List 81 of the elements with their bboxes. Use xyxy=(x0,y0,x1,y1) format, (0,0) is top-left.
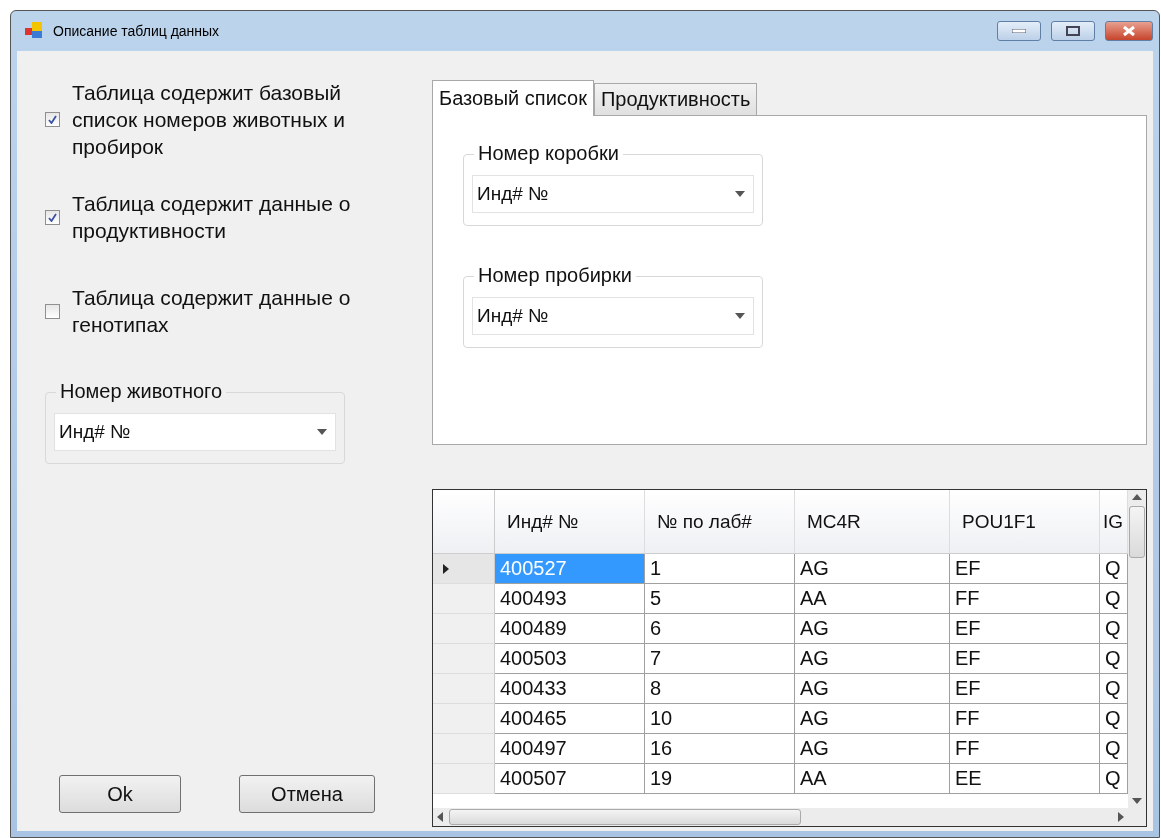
table-cell: AA xyxy=(795,584,950,614)
table-cell: EE xyxy=(950,764,1100,794)
scroll-thumb[interactable] xyxy=(1129,506,1145,558)
maximize-button[interactable] xyxy=(1051,21,1095,41)
tab[interactable]: Базовый список xyxy=(432,80,594,116)
table-cell: 400507 xyxy=(495,764,645,794)
table-cell: EF xyxy=(950,674,1100,704)
table-cell: AA xyxy=(795,764,950,794)
group-label: Номер пробирки xyxy=(474,264,636,287)
table-cell: 400433 xyxy=(495,674,645,704)
table-cell: 400497 xyxy=(495,734,645,764)
checkbox[interactable] xyxy=(45,303,60,319)
table-cell: 1 xyxy=(645,554,795,584)
table-cell: 7 xyxy=(645,644,795,674)
column-header[interactable]: POU1F1 xyxy=(950,490,1100,554)
close-icon xyxy=(1122,25,1136,37)
checkbox-label: Таблица содержит данные о генотипах xyxy=(72,285,352,338)
horizontal-scrollbar[interactable] xyxy=(433,808,1128,826)
table-cell: FF xyxy=(950,584,1100,614)
group-label: Номер коробки xyxy=(474,142,623,165)
table-cell: 400527 xyxy=(495,554,645,584)
table-cell: EF xyxy=(950,644,1100,674)
caret-icon[interactable] xyxy=(735,191,745,197)
scroll-down-icon[interactable] xyxy=(1132,798,1142,804)
window-title: Описание таблиц данных xyxy=(53,23,221,39)
table-cell: Q xyxy=(1100,704,1128,734)
animal-number-dropdown[interactable]: Инд# № xyxy=(54,413,336,451)
checkbox[interactable] xyxy=(45,209,60,225)
table-cell: Q xyxy=(1100,674,1128,704)
table-cell: AG xyxy=(795,644,950,674)
table-cell: 19 xyxy=(645,764,795,794)
app-icon xyxy=(25,22,45,40)
caret-icon[interactable] xyxy=(317,429,327,435)
checkbox-label: Таблица содержит базовый список номеров животных и пробирок xyxy=(72,80,347,160)
table-cell: AG xyxy=(795,734,950,764)
cancel-button[interactable]: Отмена xyxy=(239,775,375,813)
table-cell: EF xyxy=(950,614,1100,644)
table-cell: 5 xyxy=(645,584,795,614)
column-header[interactable]: MC4R xyxy=(795,490,950,554)
dropdown[interactable]: Инд# № xyxy=(472,297,754,335)
table-cell: AG xyxy=(795,614,950,644)
table-cell: AG xyxy=(795,554,950,584)
scroll-right-icon[interactable] xyxy=(1118,812,1124,822)
minimize-button[interactable] xyxy=(997,21,1041,41)
table-cell: 400503 xyxy=(495,644,645,674)
vertical-scrollbar[interactable] xyxy=(1128,490,1146,808)
table-cell: 400465 xyxy=(495,704,645,734)
table-cell: FF xyxy=(950,734,1100,764)
table-cell: Q xyxy=(1100,734,1128,764)
table-cell: Q xyxy=(1100,614,1128,644)
minimize-icon xyxy=(1012,29,1026,33)
maximize-icon xyxy=(1066,26,1080,36)
checkbox[interactable] xyxy=(45,112,60,127)
table-cell: 16 xyxy=(645,734,795,764)
checkbox-label: Таблица содержит данные о продуктивности xyxy=(72,191,352,244)
tab[interactable]: Продуктивность xyxy=(593,83,758,115)
table-cell: 6 xyxy=(645,614,795,644)
table-cell: AG xyxy=(795,704,950,734)
caret-icon[interactable] xyxy=(735,313,745,319)
current-row-icon xyxy=(443,563,449,574)
grid-corner xyxy=(433,490,495,554)
table-cell: 8 xyxy=(645,674,795,704)
table-cell: FF xyxy=(950,704,1100,734)
table-cell: Q xyxy=(1100,644,1128,674)
table-cell: AG xyxy=(795,674,950,704)
scroll-thumb[interactable] xyxy=(449,809,801,825)
close-button[interactable] xyxy=(1105,21,1153,41)
table-cell: Q xyxy=(1100,764,1128,794)
table-cell: 400489 xyxy=(495,614,645,644)
table-cell: 400493 xyxy=(495,584,645,614)
column-header[interactable]: Инд# № xyxy=(495,490,645,554)
scroll-left-icon[interactable] xyxy=(437,812,443,822)
table-cell: Q xyxy=(1100,584,1128,614)
table-cell: 10 xyxy=(645,704,795,734)
column-header[interactable]: IG xyxy=(1100,490,1128,554)
table-cell: Q xyxy=(1100,554,1128,584)
dropdown[interactable]: Инд# № xyxy=(472,175,754,213)
ok-button[interactable]: Ok xyxy=(59,775,181,813)
column-header[interactable]: № по лаб# xyxy=(645,490,795,554)
table-cell: EF xyxy=(950,554,1100,584)
scroll-up-icon[interactable] xyxy=(1132,494,1142,500)
